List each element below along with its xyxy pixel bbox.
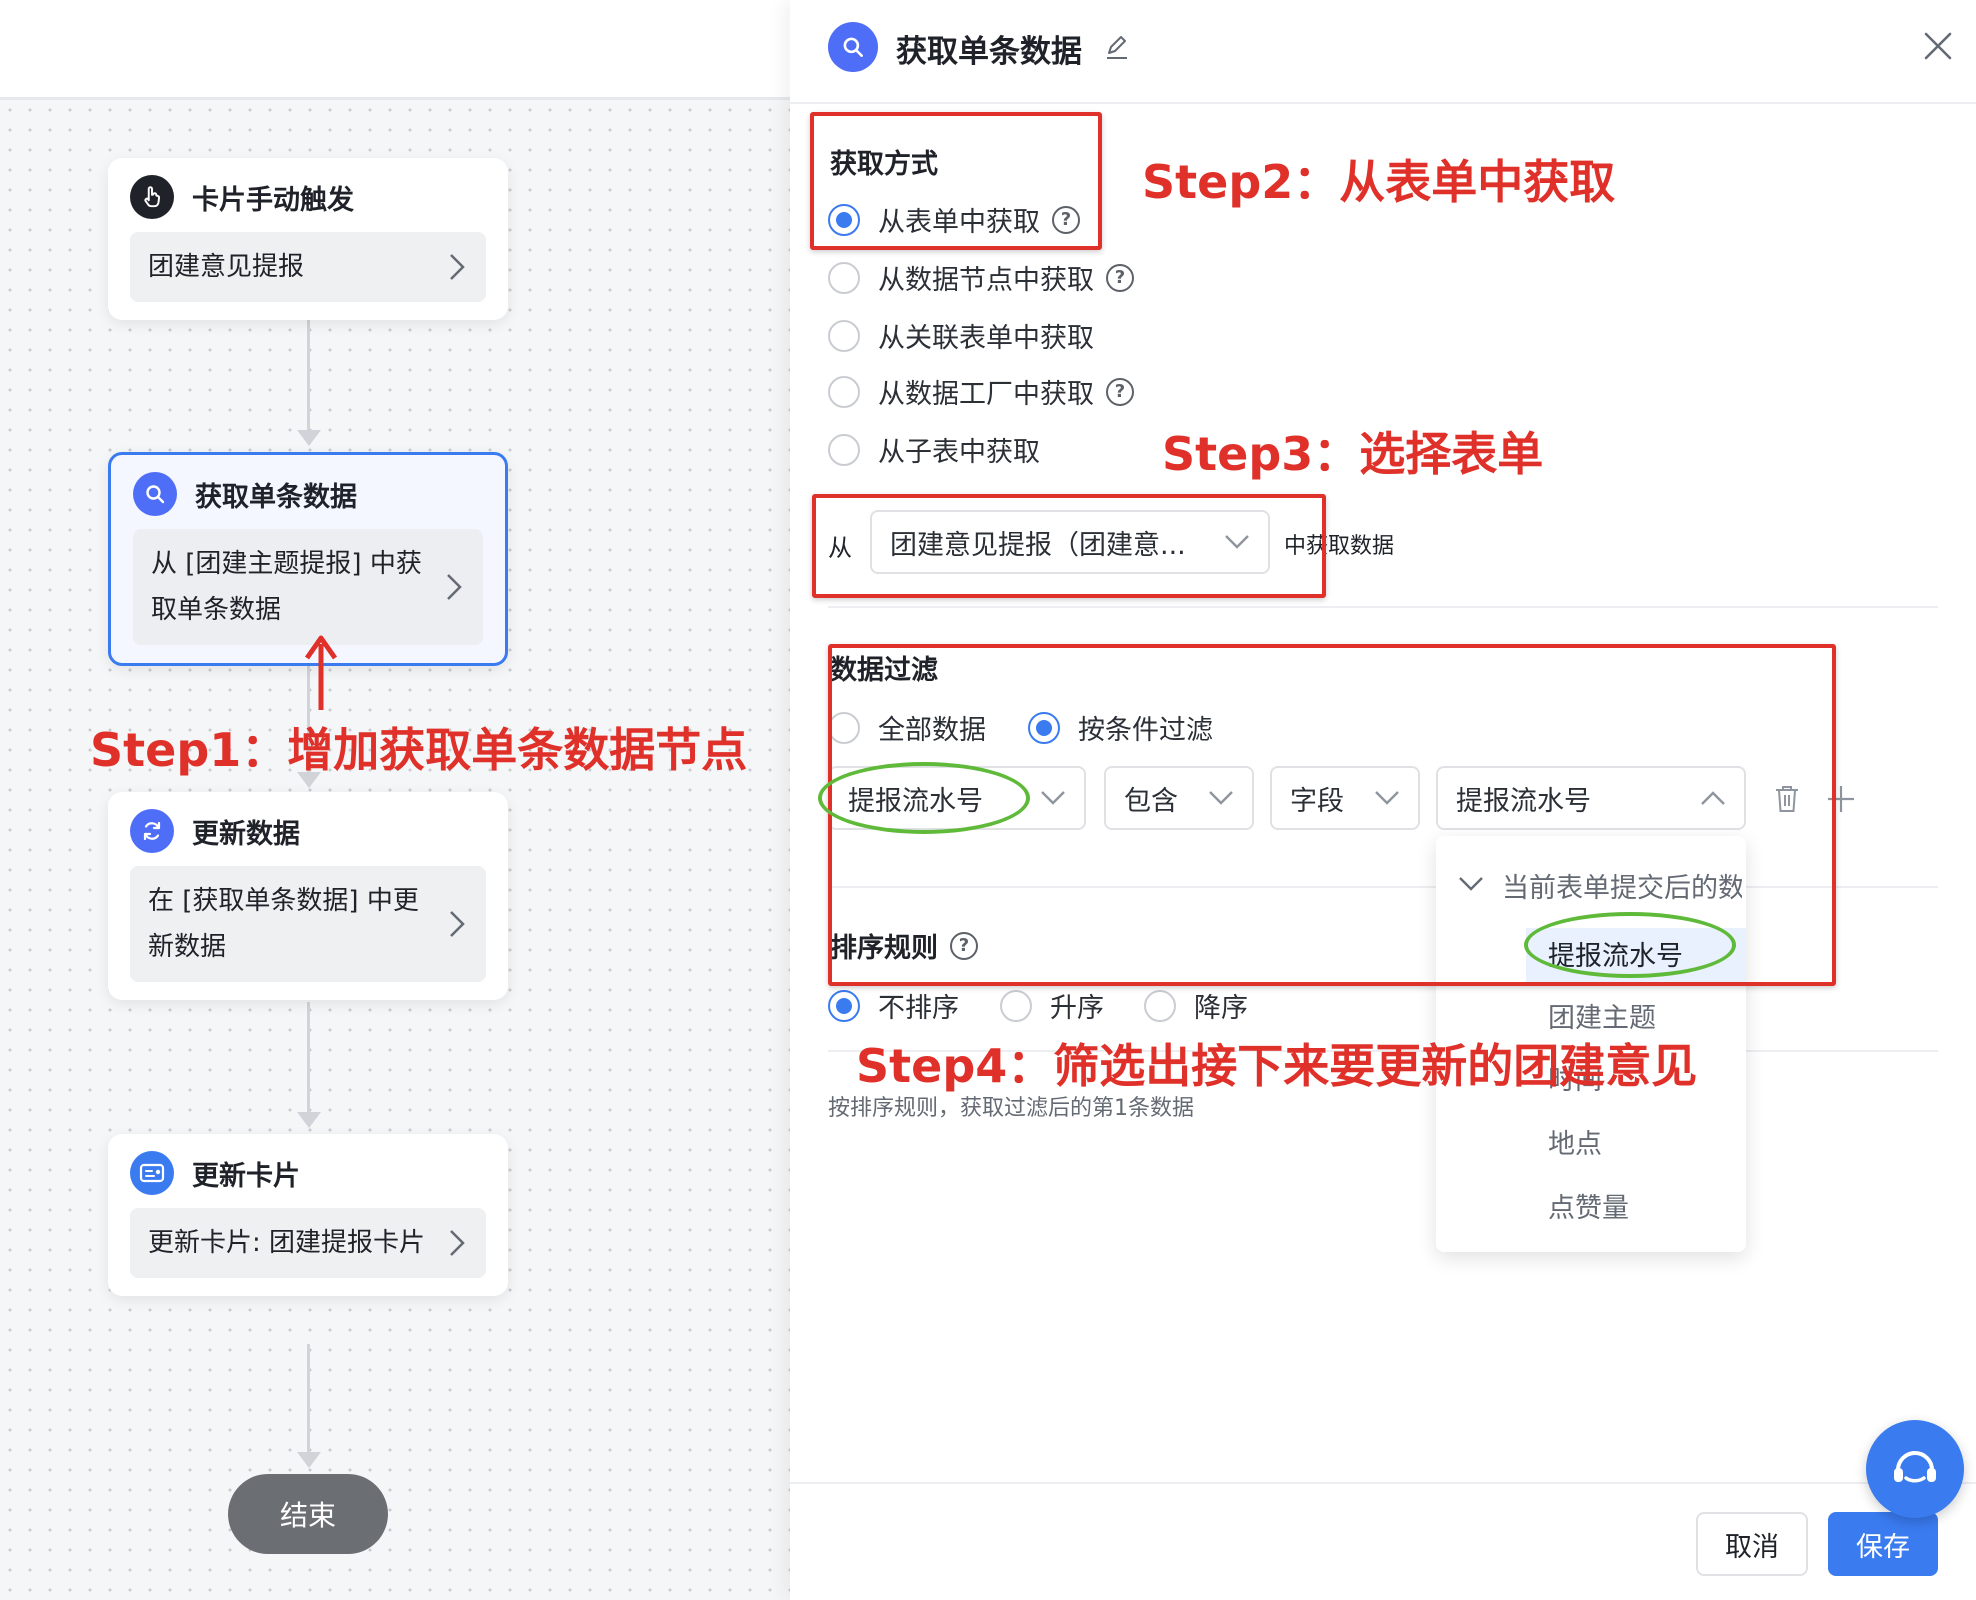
radio-no-sort[interactable]: 不排序 (828, 986, 959, 1025)
node-body[interactable]: 在 [获取单条数据] 中更新数据 (130, 866, 486, 982)
divider (828, 606, 1938, 608)
radio-label: 降序 (1194, 993, 1248, 1024)
node-body-text: 团建意见提报 (148, 252, 305, 282)
chevron-right-icon (450, 911, 465, 937)
connector (307, 1002, 310, 1112)
help-icon[interactable]: ? (1106, 377, 1134, 406)
radio-label: 从数据节点中获取 (878, 265, 1094, 296)
field-highlight-oval (818, 762, 1030, 834)
radio-button[interactable] (828, 989, 860, 1022)
step3-annotation: Step3：选择表单 (1162, 427, 1544, 481)
step3-highlight-box (812, 494, 1326, 598)
node-update-card[interactable]: 更新卡片 更新卡片: 团建提报卡片 (108, 1134, 508, 1296)
node-body[interactable]: 从 [团建主题提报] 中获取单条数据 (133, 529, 483, 645)
cancel-button[interactable]: 取消 (1696, 1512, 1808, 1576)
red-arrow-annotation (304, 635, 338, 710)
radio-label: 升序 (1050, 993, 1104, 1024)
step2-annotation: Step2：从表单中获取 (1142, 155, 1616, 209)
node-body-text: 在 [获取单条数据] 中更新数据 (148, 886, 419, 962)
radio-label: 从子表中获取 (878, 437, 1040, 468)
workflow-canvas[interactable]: 卡片手动触发 团建意见提报 获取单条数据 从 [团建主题提报] 中获取单条数据 … (0, 0, 790, 1600)
dropdown-highlight-oval (1524, 912, 1736, 978)
node-body[interactable]: 更新卡片: 团建提报卡片 (130, 1208, 486, 1278)
node-manual-trigger[interactable]: 卡片手动触发 团建意见提报 (108, 158, 508, 320)
radio-from-data-factory[interactable]: 从数据工厂中获取 ? (828, 372, 1134, 411)
node-title: 更新数据 (192, 818, 300, 850)
dropdown-item[interactable]: 地点 (1548, 1122, 1602, 1161)
radio-button[interactable] (828, 261, 860, 294)
edit-icon[interactable] (1104, 34, 1130, 60)
footer-divider (790, 1482, 1976, 1484)
radio-label: 从关联表单中获取 (878, 323, 1094, 354)
panel-header: 获取单条数据 (790, 0, 1976, 104)
radio-label: 从数据工厂中获取 (878, 379, 1094, 410)
connector-arrow (297, 1452, 321, 1468)
hand-pointer-icon (130, 175, 174, 219)
radio-label: 不排序 (878, 993, 959, 1024)
radio-from-linked-form[interactable]: 从关联表单中获取 (828, 316, 1094, 355)
search-icon (133, 472, 177, 516)
node-body[interactable]: 团建意见提报 (130, 232, 486, 302)
dropdown-item[interactable]: 点赞量 (1548, 1186, 1629, 1225)
chevron-right-icon (450, 1230, 465, 1256)
end-node[interactable]: 结束 (228, 1474, 388, 1554)
step4-annotation: Step4：筛选出接下来要更新的团建意见 (856, 1039, 1698, 1093)
canvas-toolbar (0, 0, 790, 100)
search-icon (828, 22, 878, 72)
connector-arrow (297, 1112, 321, 1128)
card-icon (130, 1151, 174, 1195)
node-title: 更新卡片 (192, 1160, 300, 1192)
node-update-data[interactable]: 更新数据 在 [获取单条数据] 中更新数据 (108, 792, 508, 1000)
refresh-icon (130, 809, 174, 853)
connector (307, 1344, 310, 1456)
chevron-right-icon (447, 574, 462, 600)
node-body-text: 更新卡片: 团建提报卡片 (148, 1228, 426, 1258)
customer-service-icon[interactable] (1866, 1420, 1964, 1518)
radio-descending[interactable]: 降序 (1144, 986, 1248, 1025)
panel-title: 获取单条数据 (896, 34, 1082, 70)
node-title: 获取单条数据 (195, 481, 357, 513)
help-icon[interactable]: ? (1106, 263, 1134, 292)
save-button[interactable]: 保存 (1828, 1512, 1938, 1576)
step1-annotation: Step1：增加获取单条数据节点 (90, 723, 748, 777)
close-icon[interactable] (1922, 30, 1954, 62)
connector-arrow (297, 430, 321, 446)
radio-button[interactable] (828, 319, 860, 352)
connector (307, 320, 310, 430)
node-title: 卡片手动触发 (192, 184, 354, 216)
radio-button[interactable] (828, 433, 860, 466)
radio-button[interactable] (1000, 989, 1032, 1022)
chevron-right-icon (450, 254, 465, 280)
node-body-text: 从 [团建主题提报] 中获取单条数据 (151, 549, 422, 625)
radio-from-subtable[interactable]: 从子表中获取 (828, 430, 1040, 469)
radio-from-data-node[interactable]: 从数据节点中获取 ? (828, 258, 1134, 297)
radio-button[interactable] (1144, 989, 1176, 1022)
step2-highlight-box (810, 112, 1102, 250)
radio-button[interactable] (828, 375, 860, 408)
radio-ascending[interactable]: 升序 (1000, 986, 1104, 1025)
